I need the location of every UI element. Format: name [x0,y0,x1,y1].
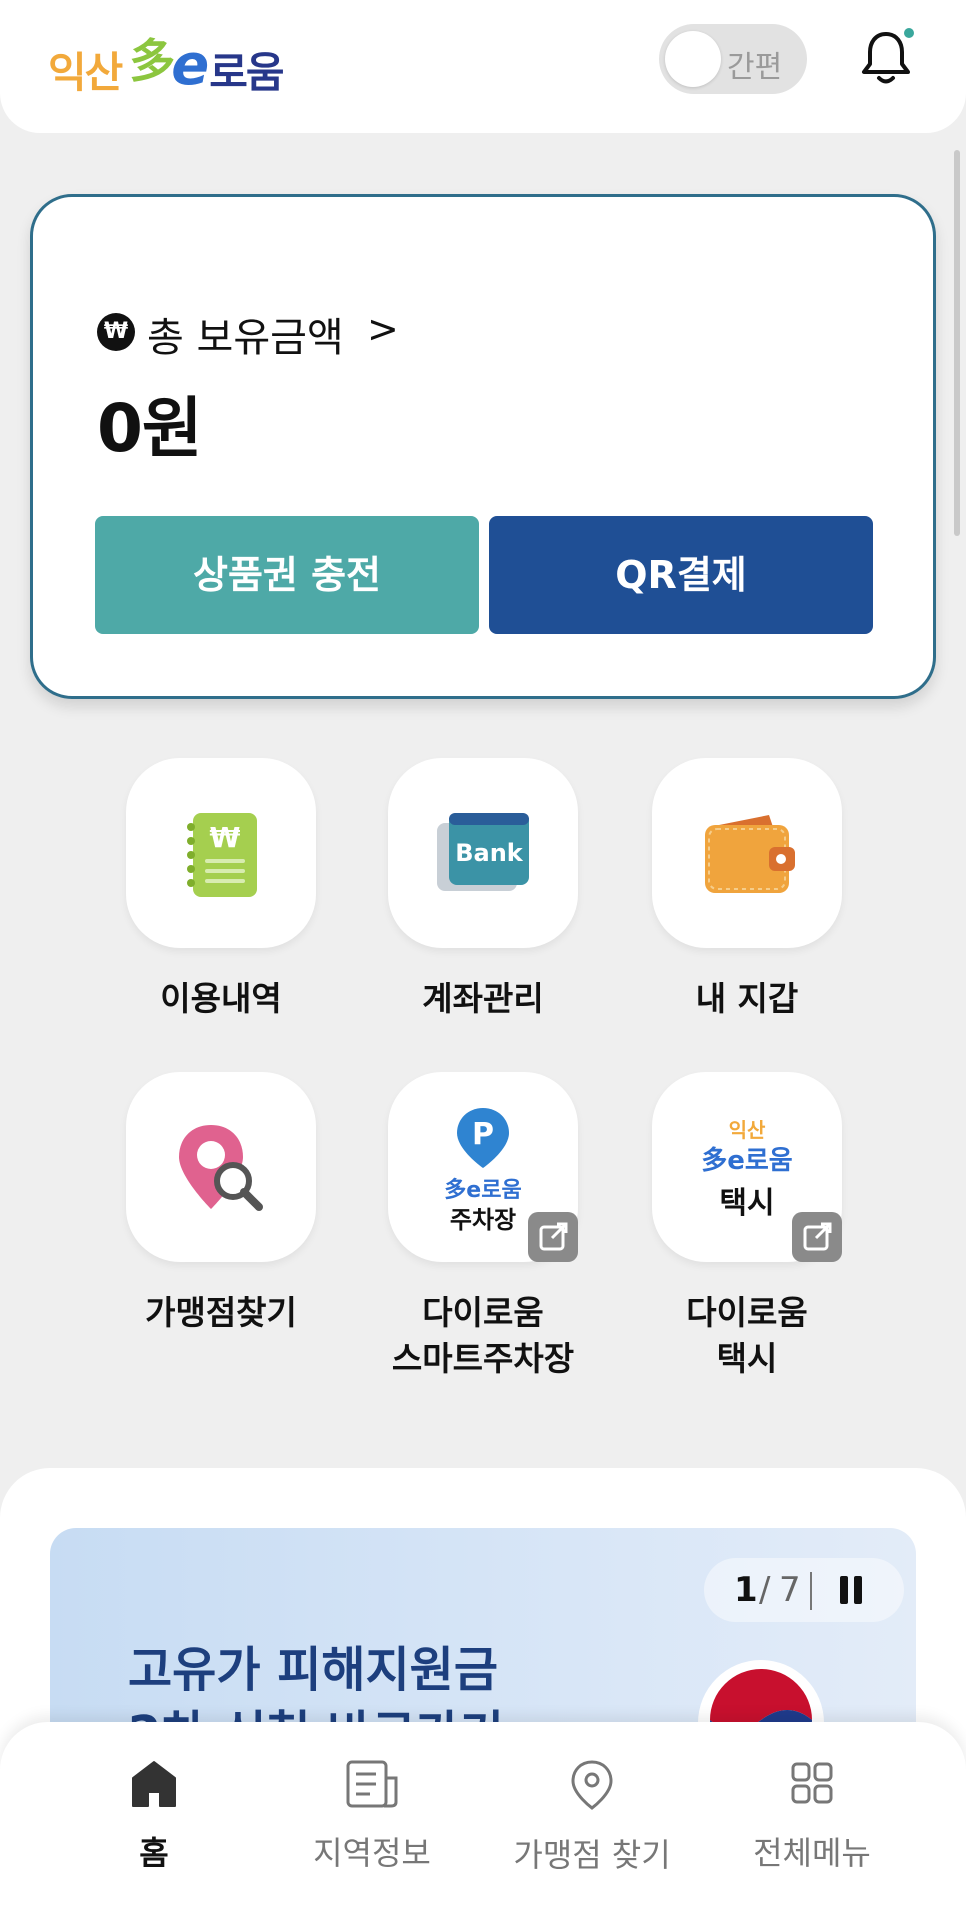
menu-account-management[interactable]: Bank 계좌관리 [388,758,578,1022]
logo-text-roum: 로움 [209,48,284,97]
menu-label: 내 지갑 [695,979,799,1018]
toggle-label: 간편 [727,50,783,85]
bottom-navigation: 홈 지역정보 가맹점 찾기 전체메뉴 [0,1722,966,1908]
qr-payment-button[interactable]: QR결제 [489,516,873,634]
newspaper-icon [346,1760,398,1808]
grid-menu-icon [791,1762,833,1804]
menu-tile: 익산 多e로움 택시 [652,1072,842,1262]
app-logo[interactable]: 익산 多 e 로움 [48,24,285,98]
menu-label: 계좌관리 [422,979,544,1018]
total-balance-link[interactable]: 총 보유금액 [147,305,344,363]
pause-icon[interactable] [840,1576,866,1604]
menu-find-store[interactable]: 가맹점찾기 [126,1072,316,1336]
parking-badge-text: P [472,1117,494,1152]
menu-label: 다이로움 택시 [652,1290,842,1382]
app-header: 익산 多 e 로움 간편 [0,0,966,133]
bank-icon: Bank [437,813,529,891]
scrollbar[interactable] [954,150,960,536]
nav-label: 전체메뉴 [753,1834,871,1872]
location-pin-icon [571,1760,613,1810]
home-icon [132,1761,176,1807]
parking-pin-icon: P [457,1108,509,1168]
nav-local-info[interactable]: 지역정보 [272,1758,472,1874]
balance-amount: 0원 [97,390,203,467]
menu-my-wallet[interactable]: 내 지갑 [652,758,842,1022]
menu-label: 이용내역 [160,979,282,1018]
map-pin-search-icon [179,1125,263,1211]
logo-text-e: e [171,33,210,98]
balance-card: ₩ 총 보유금액 > 0원 상품권 충전 QR결제 [30,194,936,699]
nav-find-store[interactable]: 가맹점 찾기 [492,1758,692,1876]
notification-button[interactable] [858,28,918,92]
taxi-logo-iksan: 익산 [728,1118,766,1142]
taxi-logo-text: 多e로움 [701,1146,793,1176]
menu-tile: P 多e로움 주차장 [388,1072,578,1262]
menu-smart-parking[interactable]: P 多e로움 주차장 다이로움 스마트주차장 [388,1072,578,1382]
simple-mode-toggle[interactable]: 간편 [659,24,807,94]
banner-title-line1: 고유가 피해지원금 [128,1642,498,1698]
menu-usage-history[interactable]: ₩ 이용내역 [126,758,316,1022]
bank-icon-text: Bank [455,839,524,867]
menu-label: 가맹점찾기 [145,1293,297,1332]
menu-label-line2: 택시 [716,1339,778,1378]
nav-label: 홈 [139,1834,169,1872]
menu-taxi[interactable]: 익산 多e로움 택시 다이로움 택시 [652,1072,842,1382]
wallet-icon [705,815,795,893]
won-icon: ₩ [97,313,135,351]
notification-dot [904,28,914,38]
chevron-right-icon[interactable]: > [367,307,399,351]
charge-voucher-button[interactable]: 상품권 충전 [95,516,479,634]
menu-label-line1: 다이로움 [422,1293,544,1332]
menu-tile: ₩ [126,758,316,948]
banner-pager: 1 / 7 [704,1558,904,1622]
logo-text-da: 多 [129,34,176,88]
pager-separator: / [759,1570,771,1610]
nav-all-menu[interactable]: 전체메뉴 [712,1758,912,1874]
nav-label: 가맹점 찾기 [513,1836,671,1874]
pager-total: 7 [779,1570,801,1610]
external-link-icon [792,1212,842,1262]
menu-tile [126,1072,316,1262]
external-link-icon [528,1212,578,1262]
toggle-knob [665,31,721,87]
nav-home[interactable]: 홈 [54,1758,254,1874]
nav-label: 지역정보 [313,1834,431,1872]
menu-label: 다이로움 스마트주차장 [388,1290,578,1382]
pager-current: 1 [734,1570,758,1610]
menu-label-line2: 스마트주차장 [391,1339,575,1378]
menu-tile [652,758,842,948]
ledger-icon: ₩ [187,813,257,897]
logo-text-iksan: 익산 [48,48,123,97]
menu-label-line1: 다이로움 [686,1293,808,1332]
pager-divider [810,1572,812,1610]
menu-tile: Bank [388,758,578,948]
svg-text:₩: ₩ [210,821,241,854]
